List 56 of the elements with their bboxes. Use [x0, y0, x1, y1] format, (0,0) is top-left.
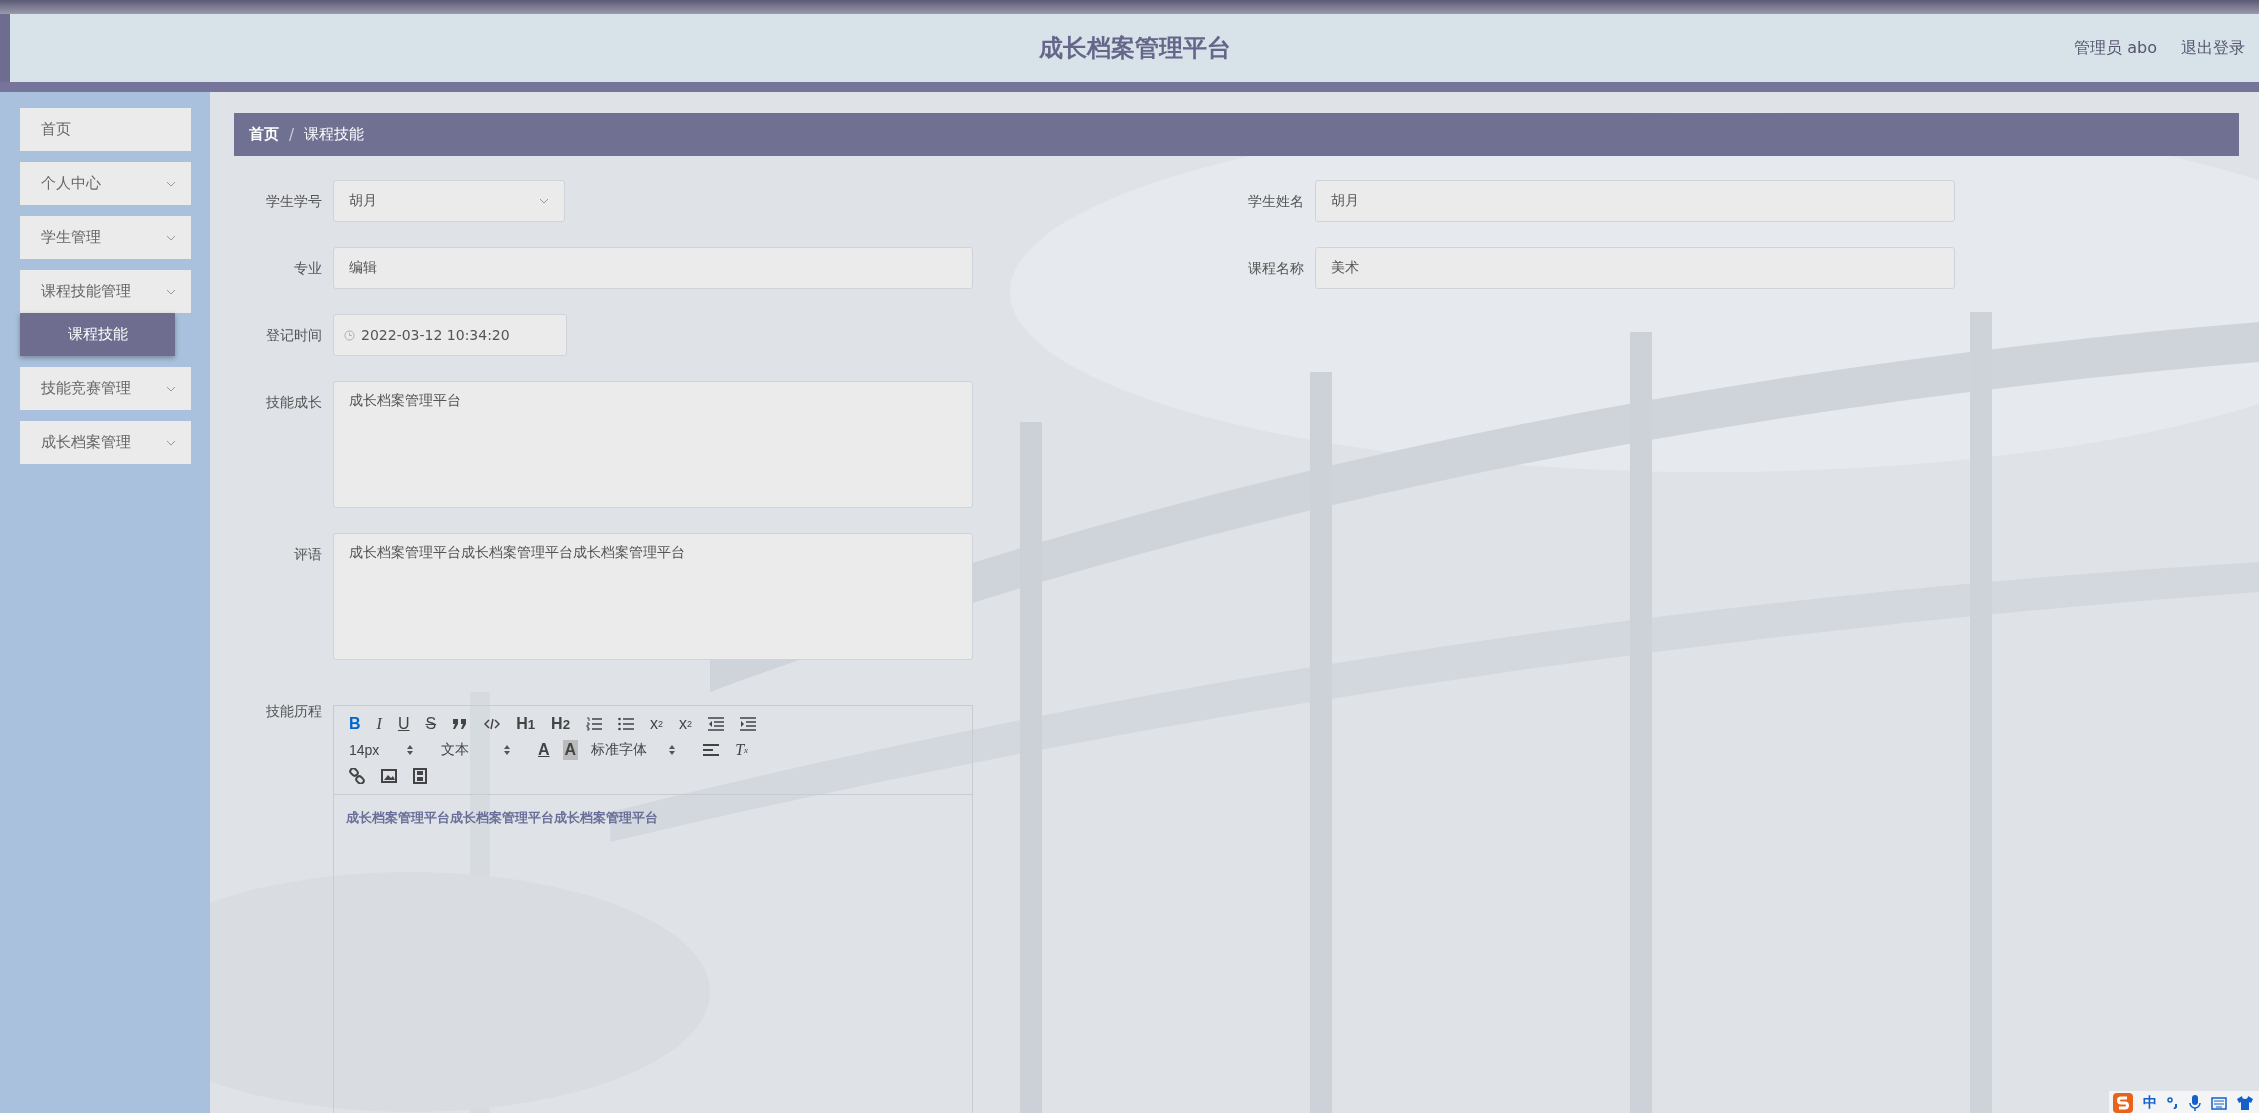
dropdown-select[interactable]: 标准字体: [588, 740, 679, 760]
user-label: 管理员 abo: [2074, 37, 2157, 59]
field-label: 技能历程: [265, 702, 322, 720]
breadcrumb-item[interactable]: 首页: [249, 125, 279, 144]
chevron-down-icon: [166, 180, 176, 187]
image-icon[interactable]: [378, 769, 400, 783]
sidebar-subitem[interactable]: 课程技能: [20, 313, 175, 356]
underline-button[interactable]: U: [394, 714, 413, 734]
text-area[interactable]: 成长档案管理平台成长档案管理平台成长档案管理平台: [333, 533, 973, 660]
shirt-icon[interactable]: [2237, 1095, 2253, 1110]
chevron-down-icon: [166, 234, 176, 241]
dropdown-select[interactable]: 文本: [438, 740, 513, 760]
chevron-down-icon: [539, 198, 549, 204]
film-icon[interactable]: [410, 768, 430, 784]
field-label: 技能成长: [265, 393, 322, 412]
logout-link[interactable]: 退出登录: [2181, 37, 2245, 59]
bold-button[interactable]: B: [346, 714, 364, 734]
keyboard-icon[interactable]: [2211, 1095, 2227, 1110]
chevron-down-icon: [166, 288, 176, 295]
field-label: 专业: [293, 259, 322, 278]
strikethrough-button[interactable]: S: [422, 714, 440, 734]
sidebar-item[interactable]: 个人中心: [20, 162, 191, 205]
clock-icon: [344, 329, 355, 341]
field-label: 课程名称: [1247, 259, 1304, 278]
dropdown-select[interactable]: 14px: [346, 740, 416, 760]
link-icon[interactable]: [346, 768, 368, 784]
field-label: 登记时间: [265, 326, 322, 345]
select-field[interactable]: 胡月: [333, 180, 565, 222]
field-label: 学生学号: [265, 192, 322, 211]
breadcrumb-separator: /: [289, 125, 295, 144]
sidebar-item[interactable]: 技能竞赛管理: [20, 367, 191, 410]
font-color-button[interactable]: A: [535, 740, 553, 760]
ime-logo-icon[interactable]: [2113, 1092, 2133, 1113]
sidebar-item[interactable]: 成长档案管理: [20, 421, 191, 464]
date-field[interactable]: 2022-03-12 10:34:20: [333, 314, 567, 356]
text-field[interactable]: 美术: [1315, 247, 1955, 289]
chevron-down-icon: [166, 385, 176, 392]
editor-text[interactable]: 成长档案管理平台成长档案管理平台成长档案管理平台: [334, 795, 972, 841]
breadcrumb-item: 课程技能: [304, 125, 365, 144]
sort-caret-icon: [669, 745, 676, 755]
sort-caret-icon: [407, 745, 413, 755]
input-mode[interactable]: 中: [2143, 1093, 2157, 1112]
sidebar-item[interactable]: 课程技能管理: [20, 270, 191, 313]
sidebar-item[interactable]: 学生管理: [20, 216, 191, 259]
text-area[interactable]: 成长档案管理平台: [333, 381, 973, 508]
field-label: 评语: [293, 545, 322, 564]
text-field[interactable]: 编辑: [333, 247, 973, 289]
text-field[interactable]: 胡月: [1315, 180, 1955, 222]
sidebar-item[interactable]: 首页: [20, 108, 191, 151]
microphone-icon[interactable]: [2189, 1094, 2201, 1111]
app-title: 成长档案管理平台: [1038, 34, 1231, 62]
chevron-down-icon: [166, 439, 176, 446]
punctuation-icon[interactable]: [2167, 1096, 2179, 1109]
sort-caret-icon: [504, 745, 510, 755]
field-label: 学生姓名: [1247, 192, 1304, 211]
italic-button[interactable]: I: [373, 714, 385, 734]
